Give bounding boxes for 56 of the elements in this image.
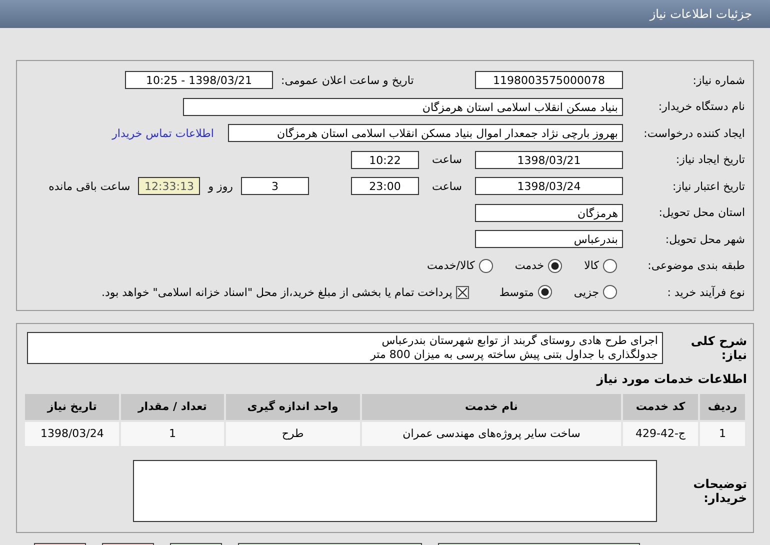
field-label: نوع فرآیند خرید : [666, 286, 745, 299]
radio-label: متوسط [499, 286, 534, 299]
table-cell: 1 [700, 422, 745, 446]
need-number-field: 1198003575000078 [475, 71, 623, 90]
section-title: اطلاعات خدمات مورد نیاز [595, 372, 747, 386]
table-cell: 1 [121, 422, 224, 446]
radio-button[interactable] [603, 258, 617, 273]
buyer-org-field: بنیاد مسکن انقلاب اسلامی استان هرمزگان [183, 98, 623, 116]
column-header: نام خدمت [362, 394, 621, 420]
time-label: ساعت [431, 180, 463, 193]
radio-button[interactable] [603, 285, 617, 300]
column-header: ردیف [700, 394, 745, 420]
column-header: تاریخ نیاز [25, 394, 120, 420]
description-field: اجرای طرح هادی روستای گربند از توابع شهرستان بندرعباس جدولگذاری با جداول بتنی پیش ساخته پرسی به میزان 800 متر [27, 332, 663, 364]
creator-field: بهروز بارچی نژاد جمعدار اموال بنیاد مسکن انقلاب اسلامی استان هرمزگان [228, 124, 623, 142]
field-label: توضیحات خریدار: [692, 476, 747, 504]
radio-label: کالا [584, 259, 599, 272]
radio-button[interactable] [478, 258, 493, 273]
checkbox-label: پرداخت تمام یا بخشی از مبلغ خرید،از محل "اسناد خزانه اسلامی" خواهد بود. [102, 286, 452, 299]
days-label: روز و [206, 180, 234, 193]
field-label: تاریخ اعتبار نیاز: [671, 180, 745, 193]
created-date-field: 1398/03/21 [475, 150, 623, 169]
field-label: ایجاد کننده درخواست: [642, 126, 745, 140]
field-label: نام دستگاه خریدار: [657, 100, 745, 114]
created-time-field: 10:22 [351, 150, 419, 169]
field-label: تاریخ ایجاد نیاز: [674, 153, 745, 166]
validity-date-field: 1398/03/24 [475, 177, 623, 196]
remaining-time-field: 12:33:13 [138, 177, 200, 196]
header-title: جزئیات اطلاعات نیاز [650, 7, 752, 21]
field-label: شهر محل تحویل: [664, 232, 745, 246]
announce-field: 1398/03/21 - 10:25 [125, 71, 273, 90]
remaining-label: ساعت باقی مانده [48, 180, 132, 193]
table-cell: طرح [226, 422, 360, 446]
radio-button[interactable] [538, 285, 552, 300]
radio-button[interactable] [548, 258, 562, 273]
column-header: کد خدمت [622, 394, 698, 420]
field-label: شرح کلی نیاز: [690, 334, 747, 362]
validity-time-field: 23:00 [351, 177, 419, 196]
field-label: تاریخ و ساعت اعلان عمومی: [280, 74, 415, 87]
column-header: واحد اندازه گیری [226, 394, 360, 420]
field-label: شماره نیاز: [692, 74, 745, 87]
radio-label: کالا/خدمت [427, 259, 475, 272]
table-cell: ج-42-429 [622, 422, 698, 446]
table-cell: ساخت سایر پروژه‌های مهندسی عمران [362, 422, 621, 446]
radio-label: خدمت [514, 259, 544, 272]
city-field: بندرعباس [475, 230, 623, 248]
field-label: طبقه بندی موضوعی: [646, 259, 745, 272]
column-header: تعداد / مقدار [121, 394, 224, 420]
time-label: ساعت [431, 153, 463, 166]
table-cell: 1398/03/24 [25, 422, 120, 446]
checkbox[interactable] [456, 286, 470, 299]
radio-label: جزیی [574, 286, 599, 299]
buyer-contact-link[interactable]: اطلاعات تماس خریدار [112, 126, 224, 140]
province-field: هرمزگان [475, 204, 623, 222]
days-field: 3 [241, 177, 309, 196]
field-label: استان محل تحویل: [658, 206, 745, 220]
